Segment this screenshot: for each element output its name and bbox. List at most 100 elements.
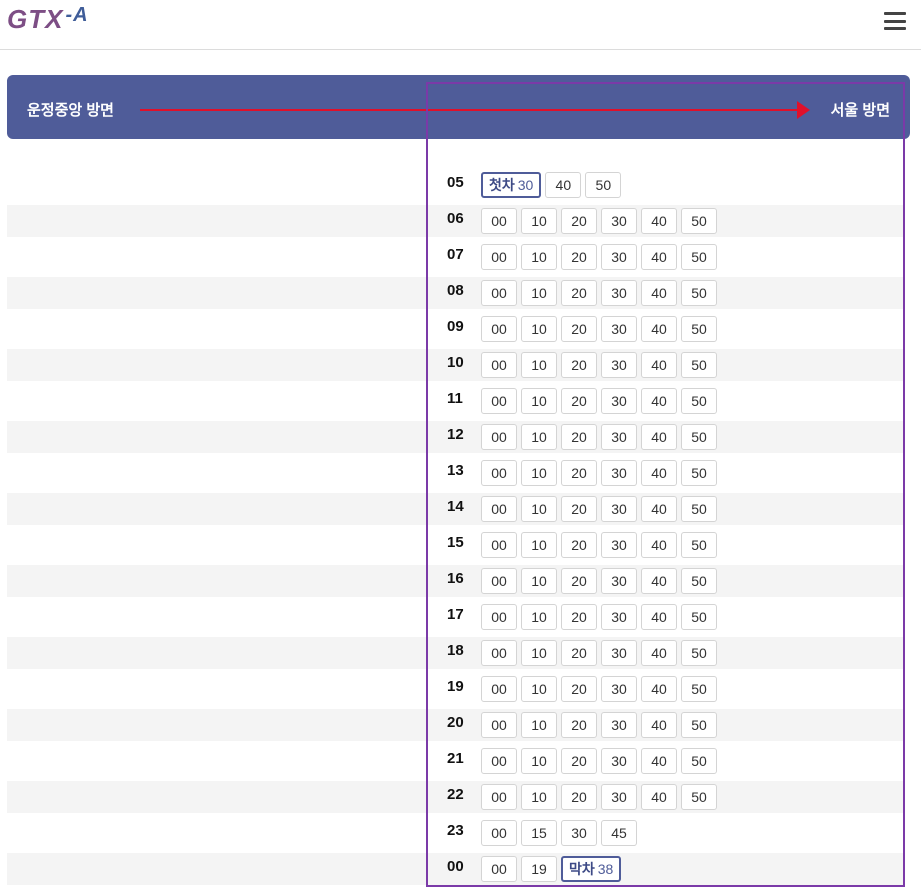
departure-minute-chip[interactable]: 10 — [521, 748, 557, 774]
departure-minute-chip[interactable]: 10 — [521, 712, 557, 738]
departure-minute-chip[interactable]: 10 — [521, 532, 557, 558]
departure-minute-chip[interactable]: 10 — [521, 640, 557, 666]
departure-minute-chip[interactable]: 30 — [601, 208, 637, 234]
departure-minute-chip[interactable]: 10 — [521, 424, 557, 450]
departure-minute-chip[interactable]: 10 — [521, 316, 557, 342]
departure-minute-chip[interactable]: 50 — [681, 784, 717, 810]
departure-minute-chip[interactable]: 40 — [641, 640, 677, 666]
departure-minute-chip[interactable]: 30 — [561, 820, 597, 846]
departure-minute-chip[interactable]: 30 — [601, 676, 637, 702]
departure-minute-chip[interactable]: 50 — [681, 388, 717, 414]
departure-minute-chip[interactable]: 50 — [681, 532, 717, 558]
departure-minute-chip[interactable]: 40 — [641, 316, 677, 342]
departure-minute-chip[interactable]: 50 — [681, 460, 717, 486]
departure-minute-chip[interactable]: 30 — [601, 460, 637, 486]
departure-minute-chip[interactable]: 30 — [601, 424, 637, 450]
departure-minute-chip[interactable]: 19 — [521, 856, 557, 882]
departure-minute-chip[interactable]: 20 — [561, 748, 597, 774]
departure-minute-chip[interactable]: 10 — [521, 280, 557, 306]
departure-minute-chip[interactable]: 00 — [481, 712, 517, 738]
departure-minute-chip[interactable]: 10 — [521, 244, 557, 270]
departure-minute-chip[interactable]: 30 — [601, 388, 637, 414]
departure-minute-chip[interactable]: 20 — [561, 316, 597, 342]
gtx-a-logo[interactable]: GT X -A — [7, 4, 89, 34]
departure-minute-chip[interactable]: 50 — [681, 748, 717, 774]
departure-minute-chip[interactable]: 40 — [641, 244, 677, 270]
departure-minute-chip[interactable]: 10 — [521, 460, 557, 486]
special-departure-chip[interactable]: 막차 38 — [561, 856, 622, 882]
departure-minute-chip[interactable]: 50 — [681, 712, 717, 738]
departure-minute-chip[interactable]: 40 — [641, 604, 677, 630]
departure-minute-chip[interactable]: 20 — [561, 640, 597, 666]
departure-minute-chip[interactable]: 00 — [481, 856, 517, 882]
departure-minute-chip[interactable]: 00 — [481, 784, 517, 810]
departure-minute-chip[interactable]: 30 — [601, 496, 637, 522]
departure-minute-chip[interactable]: 00 — [481, 244, 517, 270]
departure-minute-chip[interactable]: 50 — [681, 280, 717, 306]
departure-minute-chip[interactable]: 30 — [601, 352, 637, 378]
departure-minute-chip[interactable]: 40 — [641, 352, 677, 378]
departure-minute-chip[interactable]: 40 — [641, 712, 677, 738]
departure-minute-chip[interactable]: 00 — [481, 208, 517, 234]
departure-minute-chip[interactable]: 20 — [561, 568, 597, 594]
departure-minute-chip[interactable]: 10 — [521, 604, 557, 630]
special-departure-chip[interactable]: 첫차 30 — [481, 172, 542, 198]
hamburger-menu-icon[interactable] — [884, 12, 906, 30]
departure-minute-chip[interactable]: 50 — [681, 568, 717, 594]
departure-minute-chip[interactable]: 00 — [481, 424, 517, 450]
departure-minute-chip[interactable]: 30 — [601, 532, 637, 558]
departure-minute-chip[interactable]: 10 — [521, 784, 557, 810]
departure-minute-chip[interactable]: 20 — [561, 244, 597, 270]
departure-minute-chip[interactable]: 30 — [601, 784, 637, 810]
departure-minute-chip[interactable]: 10 — [521, 388, 557, 414]
departure-minute-chip[interactable]: 10 — [521, 676, 557, 702]
departure-minute-chip[interactable]: 30 — [601, 640, 637, 666]
departure-minute-chip[interactable]: 00 — [481, 640, 517, 666]
departure-minute-chip[interactable]: 20 — [561, 496, 597, 522]
departure-minute-chip[interactable]: 00 — [481, 676, 517, 702]
departure-minute-chip[interactable]: 30 — [601, 748, 637, 774]
departure-minute-chip[interactable]: 40 — [641, 568, 677, 594]
departure-minute-chip[interactable]: 50 — [681, 244, 717, 270]
departure-minute-chip[interactable]: 30 — [601, 244, 637, 270]
departure-minute-chip[interactable]: 30 — [601, 568, 637, 594]
departure-minute-chip[interactable]: 40 — [641, 388, 677, 414]
departure-minute-chip[interactable]: 40 — [641, 532, 677, 558]
departure-minute-chip[interactable]: 20 — [561, 352, 597, 378]
departure-minute-chip[interactable]: 30 — [601, 316, 637, 342]
departure-minute-chip[interactable]: 20 — [561, 388, 597, 414]
departure-minute-chip[interactable]: 20 — [561, 532, 597, 558]
departure-minute-chip[interactable]: 00 — [481, 748, 517, 774]
departure-minute-chip[interactable]: 00 — [481, 496, 517, 522]
departure-minute-chip[interactable]: 50 — [681, 424, 717, 450]
departure-minute-chip[interactable]: 20 — [561, 604, 597, 630]
departure-minute-chip[interactable]: 50 — [681, 208, 717, 234]
departure-minute-chip[interactable]: 30 — [601, 604, 637, 630]
departure-minute-chip[interactable]: 00 — [481, 604, 517, 630]
departure-minute-chip[interactable]: 00 — [481, 820, 517, 846]
departure-minute-chip[interactable]: 40 — [641, 460, 677, 486]
departure-minute-chip[interactable]: 40 — [641, 676, 677, 702]
departure-minute-chip[interactable]: 40 — [641, 280, 677, 306]
departure-minute-chip[interactable]: 50 — [585, 172, 622, 198]
departure-minute-chip[interactable]: 10 — [521, 208, 557, 234]
departure-minute-chip[interactable]: 20 — [561, 280, 597, 306]
departure-minute-chip[interactable]: 00 — [481, 316, 517, 342]
departure-minute-chip[interactable]: 40 — [641, 748, 677, 774]
departure-minute-chip[interactable]: 40 — [545, 172, 582, 198]
departure-minute-chip[interactable]: 00 — [481, 532, 517, 558]
departure-minute-chip[interactable]: 50 — [681, 496, 717, 522]
departure-minute-chip[interactable]: 10 — [521, 568, 557, 594]
departure-minute-chip[interactable]: 15 — [521, 820, 557, 846]
departure-minute-chip[interactable]: 50 — [681, 352, 717, 378]
departure-minute-chip[interactable]: 50 — [681, 604, 717, 630]
departure-minute-chip[interactable]: 20 — [561, 676, 597, 702]
departure-minute-chip[interactable]: 00 — [481, 352, 517, 378]
departure-minute-chip[interactable]: 50 — [681, 676, 717, 702]
departure-minute-chip[interactable]: 00 — [481, 280, 517, 306]
departure-minute-chip[interactable]: 00 — [481, 460, 517, 486]
departure-minute-chip[interactable]: 30 — [601, 712, 637, 738]
departure-minute-chip[interactable]: 20 — [561, 712, 597, 738]
departure-minute-chip[interactable]: 45 — [601, 820, 637, 846]
departure-minute-chip[interactable]: 40 — [641, 424, 677, 450]
